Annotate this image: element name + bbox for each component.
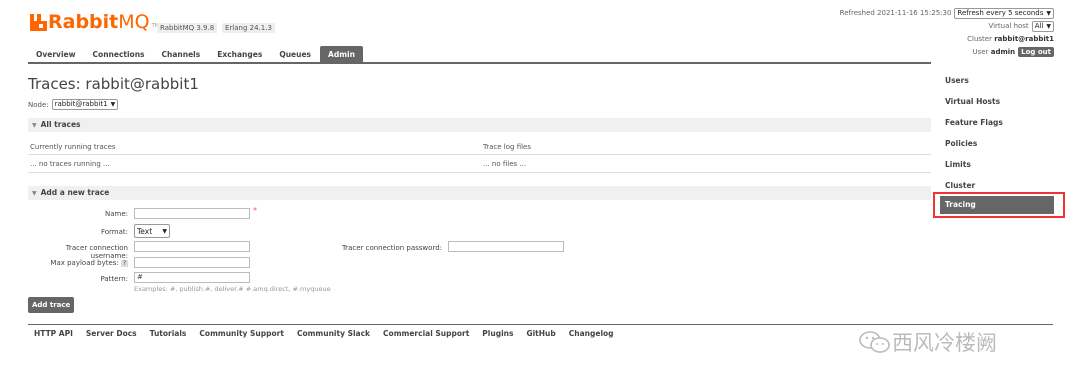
footer-link-community-slack[interactable]: Community Slack bbox=[297, 329, 370, 338]
footer-link-http-api[interactable]: HTTP API bbox=[34, 329, 73, 338]
triangle-down-icon: ▼ bbox=[32, 190, 37, 197]
watermark-text: 西风冷楼阙 bbox=[892, 331, 997, 355]
footer-links: HTTP API Server Docs Tutorials Community… bbox=[34, 329, 627, 338]
tab-admin[interactable]: Admin bbox=[320, 46, 363, 62]
trace-files-header: Trace log files bbox=[483, 143, 531, 151]
user-label: User bbox=[972, 48, 989, 56]
cluster-label: Cluster bbox=[967, 35, 992, 43]
all-traces-section-header[interactable]: ▼ All traces bbox=[28, 118, 931, 132]
virtual-host-select[interactable]: All ▼ bbox=[1031, 20, 1054, 32]
chevron-down-icon: ▼ bbox=[162, 227, 167, 235]
table-divider bbox=[28, 172, 931, 173]
format-select[interactable]: Text ▼ bbox=[134, 224, 170, 238]
wechat-icon bbox=[859, 331, 890, 353]
footer-link-plugins[interactable]: Plugins bbox=[482, 329, 513, 338]
tab-queues[interactable]: Queues bbox=[271, 46, 319, 62]
rabbitmq-logo-icon bbox=[30, 13, 47, 31]
sidemenu-item-virtual-hosts[interactable]: Virtual Hosts bbox=[940, 91, 1054, 112]
pattern-label: Pattern: bbox=[100, 275, 128, 283]
help-icon[interactable]: ? bbox=[120, 260, 128, 267]
tracer-username-label: Tracer connection username: bbox=[65, 244, 128, 260]
pattern-input[interactable]: # bbox=[134, 272, 250, 283]
tab-exchanges[interactable]: Exchanges bbox=[209, 46, 270, 62]
sidemenu-item-policies[interactable]: Policies bbox=[940, 133, 1054, 154]
rabbitmq-version: RabbitMQ 3.9.8 bbox=[157, 23, 218, 33]
node-selector: Node: rabbit@rabbit1 ▼ bbox=[28, 99, 119, 110]
refresh-interval-select[interactable]: Refresh every 5 seconds ▼ bbox=[954, 7, 1054, 19]
cluster-name: rabbit@rabbit1 bbox=[994, 35, 1054, 43]
refreshed-timestamp: Refreshed 2021-11-16 15:25:30 bbox=[839, 9, 952, 17]
node-label: Node: bbox=[28, 100, 49, 109]
tab-channels[interactable]: Channels bbox=[154, 46, 209, 62]
erlang-version: Erlang 24.1.3 bbox=[222, 23, 275, 33]
tab-connections[interactable]: Connections bbox=[85, 46, 153, 62]
footer-link-commercial-support[interactable]: Commercial Support bbox=[383, 329, 469, 338]
tab-overview[interactable]: Overview bbox=[28, 46, 84, 62]
chevron-down-icon: ▼ bbox=[110, 101, 116, 108]
add-trace-section-header[interactable]: ▼ Add a new trace bbox=[28, 186, 931, 200]
tracer-username-input[interactable] bbox=[134, 241, 250, 252]
pattern-examples: Examples: #, publish.#, deliver.# #.amq.… bbox=[134, 285, 331, 293]
no-traces-text: ... no traces running ... bbox=[30, 160, 110, 168]
nav-divider bbox=[28, 62, 931, 64]
footer-link-github[interactable]: GitHub bbox=[526, 329, 555, 338]
status-area: Refreshed 2021-11-16 15:25:30 Refresh ev… bbox=[839, 7, 1054, 60]
name-label: Name: bbox=[104, 210, 128, 218]
tracer-password-label: Tracer connection password: bbox=[341, 244, 442, 252]
highlight-box bbox=[933, 192, 1065, 218]
table-divider bbox=[28, 154, 931, 155]
required-marker: * bbox=[253, 206, 257, 215]
node-select[interactable]: rabbit@rabbit1 ▼ bbox=[51, 99, 119, 110]
footer-divider bbox=[28, 324, 1053, 325]
sidemenu-item-limits[interactable]: Limits bbox=[940, 154, 1054, 175]
sidemenu-item-feature-flags[interactable]: Feature Flags bbox=[940, 112, 1054, 133]
sidemenu-item-users[interactable]: Users bbox=[940, 70, 1054, 91]
footer-link-changelog[interactable]: Changelog bbox=[569, 329, 614, 338]
tracer-password-input[interactable] bbox=[448, 241, 564, 252]
rabbitmq-logo[interactable]: RabbitMQ TM bbox=[30, 11, 159, 33]
triangle-down-icon: ▼ bbox=[32, 122, 37, 129]
running-traces-header: Currently running traces bbox=[30, 143, 116, 151]
format-label: Format: bbox=[100, 228, 128, 236]
user-name: admin bbox=[990, 48, 1016, 56]
footer-link-server-docs[interactable]: Server Docs bbox=[86, 329, 137, 338]
name-input[interactable] bbox=[134, 208, 250, 219]
max-payload-input[interactable] bbox=[134, 257, 250, 268]
logout-button[interactable]: Log out bbox=[1018, 47, 1054, 57]
add-trace-button[interactable]: Add trace bbox=[28, 297, 75, 313]
page-title: Traces: rabbit@rabbit1 bbox=[28, 75, 199, 93]
virtual-host-label: Virtual host bbox=[988, 22, 1029, 30]
max-payload-label: Max payload bytes:? bbox=[50, 259, 128, 267]
main-nav: Overview Connections Channels Exchanges … bbox=[28, 46, 364, 62]
chevron-down-icon: ▼ bbox=[1046, 22, 1051, 30]
chevron-down-icon: ▼ bbox=[1046, 9, 1051, 17]
footer-link-community-support[interactable]: Community Support bbox=[199, 329, 284, 338]
logo-text: RabbitMQ bbox=[48, 11, 150, 33]
watermark: 西风冷楼阙 bbox=[858, 327, 997, 357]
no-files-text: ... no files ... bbox=[483, 160, 527, 168]
footer-link-tutorials[interactable]: Tutorials bbox=[150, 329, 187, 338]
